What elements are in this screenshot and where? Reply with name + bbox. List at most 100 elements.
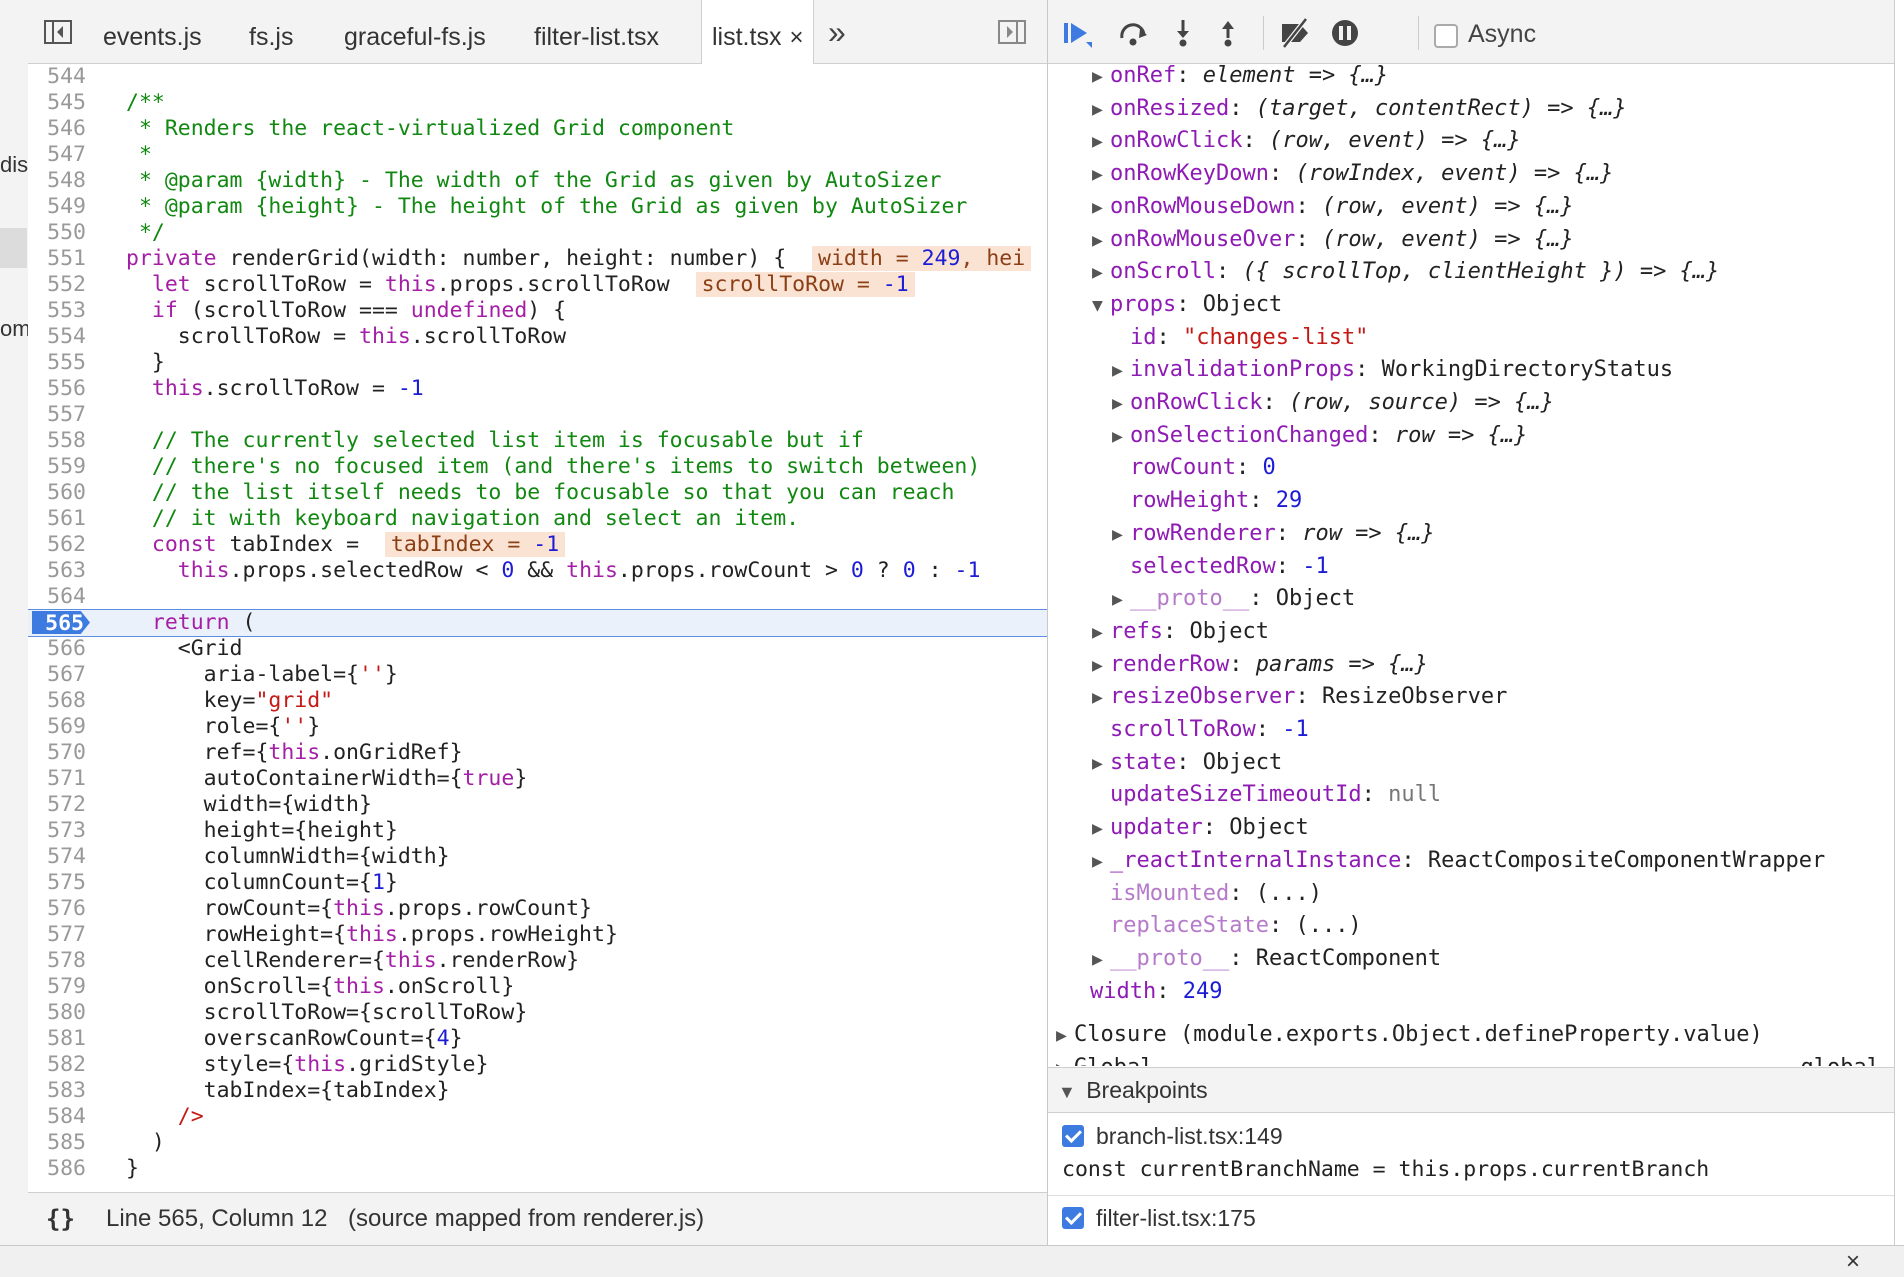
code-line[interactable]: 575 columnCount={1}: [28, 870, 1047, 896]
scope-variable-row[interactable]: ▶ onSelectionChanged: row => {…}: [1112, 420, 1527, 452]
step-out-icon[interactable]: [1211, 18, 1245, 48]
deactivate-breakpoints-icon[interactable]: [1278, 18, 1312, 48]
line-number[interactable]: 547: [28, 142, 86, 168]
code-line[interactable]: 547 *: [28, 142, 1047, 168]
scope-variable-row[interactable]: ▼ props: Object: [1092, 289, 1282, 321]
expand-triangle-icon[interactable]: ▶: [1112, 388, 1130, 420]
expand-triangle-icon[interactable]: ▶: [1092, 813, 1110, 845]
code-line[interactable]: 570 ref={this.onGridRef}: [28, 740, 1047, 766]
line-number[interactable]: 580: [28, 1000, 86, 1026]
code-line[interactable]: 578 cellRenderer={this.renderRow}: [28, 948, 1047, 974]
code-line[interactable]: 555 }: [28, 350, 1047, 376]
scope-variable-row[interactable]: ▶ onRowKeyDown: (rowIndex, event) => {…}: [1092, 158, 1613, 190]
line-number[interactable]: 560: [28, 480, 86, 506]
code-line[interactable]: 584 />: [28, 1104, 1047, 1130]
code-line[interactable]: 567 aria-label={''}: [28, 662, 1047, 688]
expand-triangle-icon[interactable]: ▶: [1092, 192, 1110, 224]
code-line[interactable]: 564: [28, 584, 1047, 610]
line-number[interactable]: 579: [28, 974, 86, 1000]
expand-triangle-icon[interactable]: ▶: [1112, 355, 1130, 387]
code-line[interactable]: 566 <Grid: [28, 636, 1047, 662]
line-number[interactable]: 544: [28, 64, 86, 90]
code-line[interactable]: 574 columnWidth={width}: [28, 844, 1047, 870]
code-line[interactable]: 586}: [28, 1156, 1047, 1182]
code-line[interactable]: 571 autoContainerWidth={true}: [28, 766, 1047, 792]
code-line[interactable]: 569 role={''}: [28, 714, 1047, 740]
line-number[interactable]: 575: [28, 870, 86, 896]
expand-triangle-icon[interactable]: ▶: [1092, 64, 1110, 93]
scope-variable-row[interactable]: ▶ _reactInternalInstance: ReactCompositeC…: [1092, 845, 1825, 877]
scope-variable-row[interactable]: ▶ onResized: (target, contentRect) => {…}: [1092, 93, 1627, 125]
resume-icon[interactable]: [1060, 18, 1094, 48]
code-line[interactable]: 561 // it with keyboard navigation and s…: [28, 506, 1047, 532]
expand-triangle-icon[interactable]: ▼: [1058, 1082, 1076, 1102]
scope-variable-row[interactable]: ▶ onRowClick: (row, event) => {…}: [1092, 125, 1521, 157]
scope-variable-row[interactable]: updateSizeTimeoutId: null: [1110, 779, 1441, 811]
line-number[interactable]: 557: [28, 402, 86, 428]
line-number[interactable]: 585: [28, 1130, 86, 1156]
expand-triangle-icon[interactable]: ▶: [1092, 650, 1110, 682]
line-number[interactable]: 546: [28, 116, 86, 142]
code-line[interactable]: 556 this.scrollToRow = -1: [28, 376, 1047, 402]
step-over-icon[interactable]: [1116, 18, 1150, 48]
line-number[interactable]: 567: [28, 662, 86, 688]
navigator-selected-row[interactable]: [0, 228, 27, 268]
async-checkbox[interactable]: [1434, 24, 1458, 48]
line-number[interactable]: 552: [28, 272, 86, 298]
code-line[interactable]: 572 width={width}: [28, 792, 1047, 818]
tab-filter-list-tsx[interactable]: filter-list.tsx: [534, 0, 659, 63]
scope-variable-row[interactable]: selectedRow: -1: [1130, 551, 1329, 583]
expand-triangle-icon[interactable]: ▶: [1056, 1050, 1074, 1066]
code-line[interactable]: 576 rowCount={this.props.rowCount}: [28, 896, 1047, 922]
scope-variable-row[interactable]: width: 249: [1090, 976, 1222, 1008]
code-line[interactable]: 550 */: [28, 220, 1047, 246]
scope-variable-row[interactable]: ▶ onRowMouseOver: (row, event) => {…}: [1092, 224, 1574, 256]
scope-variable-row[interactable]: ▶ resizeObserver: ResizeObserver: [1092, 681, 1507, 713]
scope-section-row[interactable]: ▶Global global: [1048, 1049, 1894, 1066]
code-line[interactable]: 581 overscanRowCount={4}: [28, 1026, 1047, 1052]
scope-variable-row[interactable]: ▶ __proto__: ReactComponent: [1092, 943, 1441, 975]
line-number[interactable]: 558: [28, 428, 86, 454]
expand-triangle-icon[interactable]: ▶: [1112, 421, 1130, 453]
close-tab-icon[interactable]: ×: [789, 24, 803, 51]
scope-variable-row[interactable]: ▶ updater: Object: [1092, 812, 1309, 844]
line-number[interactable]: 570: [28, 740, 86, 766]
scope-variable-row[interactable]: ▶ __proto__: Object: [1112, 583, 1355, 615]
line-number[interactable]: 564: [28, 584, 86, 610]
code-line[interactable]: 562 const tabIndex = tabIndex = -1: [28, 532, 1047, 558]
line-number[interactable]: 574: [28, 844, 86, 870]
scope-variable-row[interactable]: ▶ onRowClick: (row, source) => {…}: [1112, 387, 1554, 419]
scope-variable-row[interactable]: rowCount: 0: [1130, 452, 1276, 484]
line-number[interactable]: 584: [28, 1104, 86, 1130]
line-number[interactable]: 576: [28, 896, 86, 922]
scope-variable-row[interactable]: ▶ state: Object: [1092, 747, 1282, 779]
breakpoint-item[interactable]: branch-list.tsx:149: [1062, 1123, 1283, 1150]
scope-variable-row[interactable]: ▶ refs: Object: [1092, 616, 1269, 648]
scope-variable-row[interactable]: ▶ onRef: element => {…}: [1092, 64, 1388, 92]
tab-list-tsx[interactable]: list.tsx ×: [701, 0, 815, 64]
code-line[interactable]: 579 onScroll={this.onScroll}: [28, 974, 1047, 1000]
code-line[interactable]: 560 // the list itself needs to be focus…: [28, 480, 1047, 506]
tab-graceful-fs-js[interactable]: graceful-fs.js: [344, 0, 486, 63]
line-number[interactable]: 566: [28, 636, 86, 662]
source-map-note[interactable]: (source mapped from renderer.js): [348, 1205, 704, 1233]
line-number[interactable]: 553: [28, 298, 86, 324]
tab-events-js[interactable]: events.js: [103, 0, 202, 63]
expand-triangle-icon[interactable]: ▶: [1092, 159, 1110, 191]
line-number[interactable]: 586: [28, 1156, 86, 1182]
code-line[interactable]: 558 // The currently selected list item …: [28, 428, 1047, 454]
line-number[interactable]: 581: [28, 1026, 86, 1052]
expand-triangle-icon[interactable]: ▶: [1092, 94, 1110, 126]
collapse-triangle-icon[interactable]: ▼: [1092, 290, 1110, 322]
scope-variable-row[interactable]: scrollToRow: -1: [1110, 714, 1309, 746]
expand-triangle-icon[interactable]: ▶: [1092, 617, 1110, 649]
code-line[interactable]: 551 private renderGrid(width: number, hei…: [28, 246, 1047, 272]
line-number[interactable]: 571: [28, 766, 86, 792]
line-number[interactable]: 563: [28, 558, 86, 584]
line-number[interactable]: 562: [28, 532, 86, 558]
code-line[interactable]: 557: [28, 402, 1047, 428]
scope-variable-row[interactable]: isMounted: (...): [1110, 878, 1322, 910]
expand-triangle-icon[interactable]: ▶: [1112, 584, 1130, 616]
line-number[interactable]: 582: [28, 1052, 86, 1078]
code-area[interactable]: 544 545/** 546 * Renders the react-virtual…: [28, 64, 1047, 1192]
